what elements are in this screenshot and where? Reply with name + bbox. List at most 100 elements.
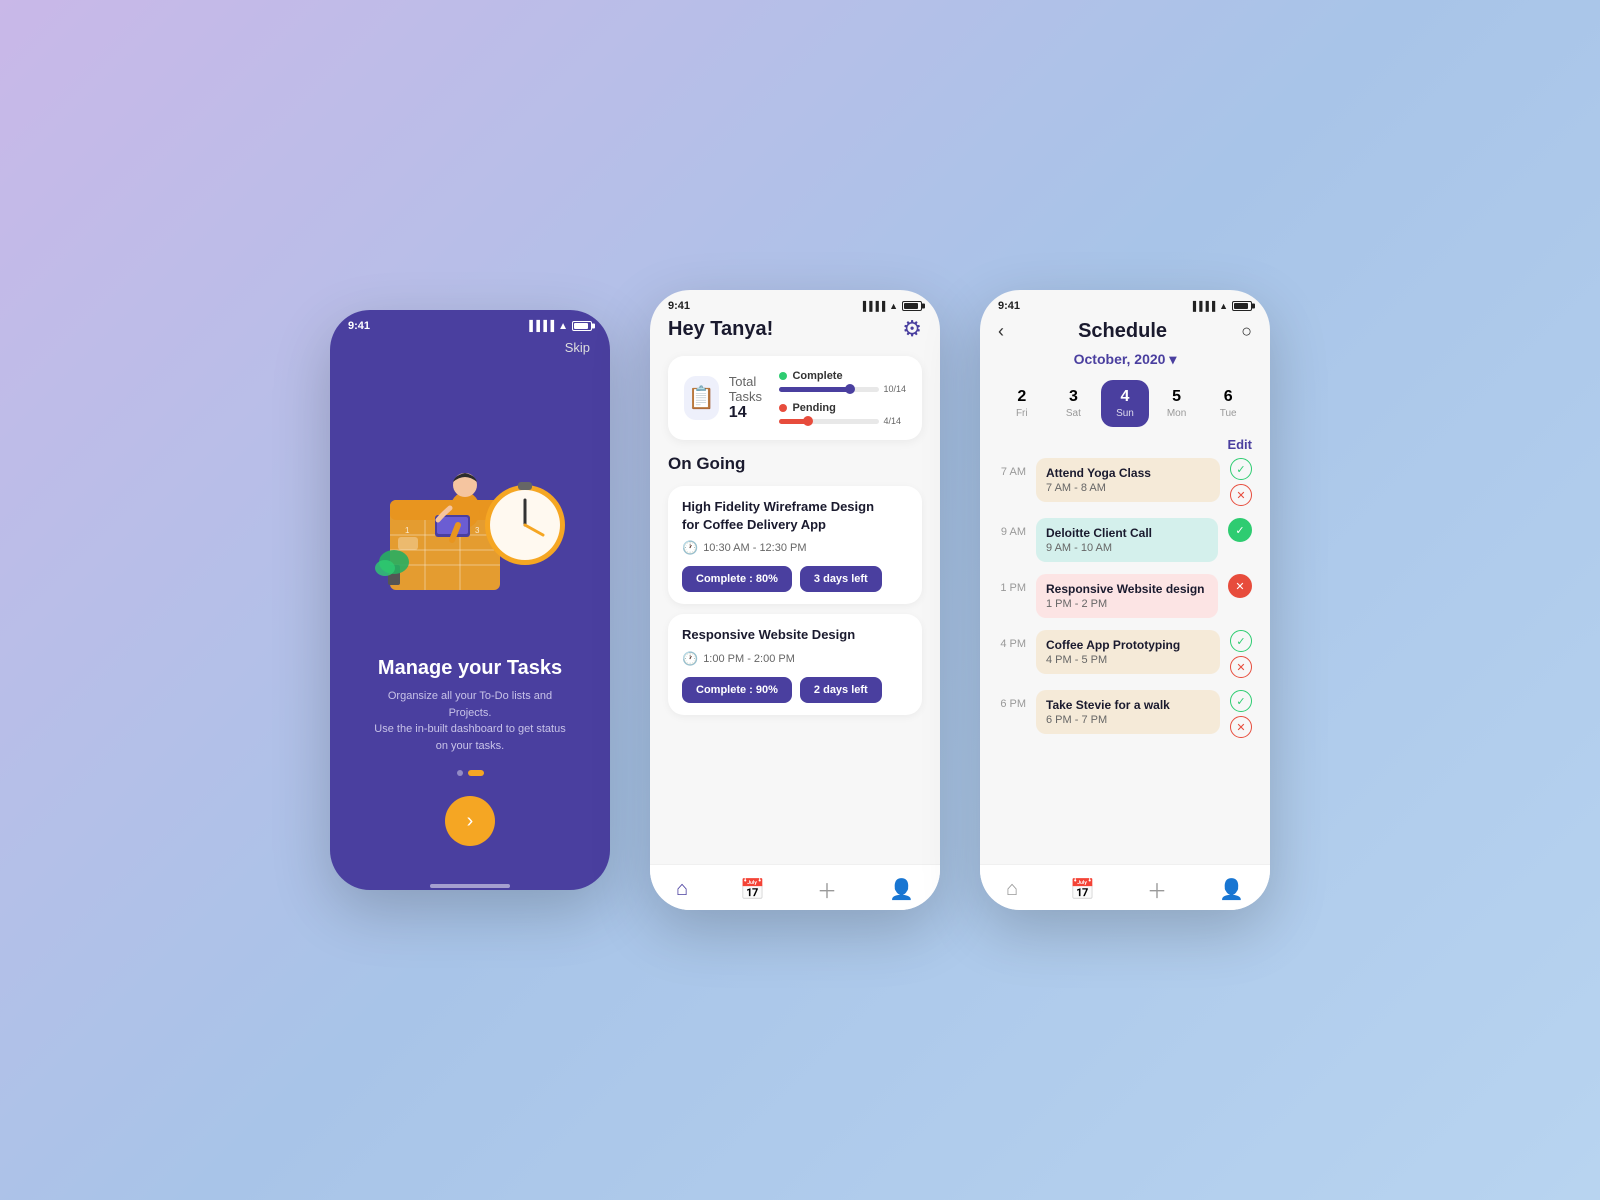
- date-fri[interactable]: 2 Fri: [998, 380, 1046, 427]
- tasks-icon: 📋: [684, 376, 719, 420]
- dot-1: [457, 770, 463, 776]
- schedule-item-stevie: 6 PM Take Stevie for a walk 6 PM - 7 PM …: [998, 690, 1252, 738]
- nav-add-2[interactable]: ＋: [817, 875, 837, 904]
- tasks-info: Total Tasks 14: [729, 374, 780, 422]
- status-bar-3: 9:41 ▐▐▐▐ ▲: [980, 290, 1270, 316]
- stevie-name: Take Stevie for a walk: [1046, 698, 1210, 712]
- phone-2-content: Hey Tanya! ⚙ 📋 Total Tasks 14 Complete: [650, 316, 940, 886]
- wifi-icon-2: ▲: [889, 301, 898, 311]
- nav-person-2[interactable]: 👤: [889, 877, 914, 902]
- date-sat[interactable]: 3 Sat: [1050, 380, 1098, 427]
- complete-stat: Complete 10/14: [779, 370, 906, 394]
- clock-icon-0: 🕐: [682, 540, 698, 556]
- complete-btn-0[interactable]: Complete : 80%: [682, 566, 792, 592]
- complete-dot: [779, 372, 787, 380]
- phone-3-content: ‹ Schedule ○ October, 2020 ▾ 2 Fri 3 Sat…: [980, 316, 1270, 886]
- yoga-check-btn[interactable]: ✓: [1230, 458, 1252, 480]
- next-button[interactable]: ›: [445, 796, 495, 846]
- schedule-item-coffee: 4 PM Coffee App Prototyping 4 PM - 5 PM …: [998, 630, 1252, 678]
- skip-button[interactable]: Skip: [350, 340, 590, 355]
- pending-fraction: 4/14: [883, 416, 901, 426]
- nav-add-3[interactable]: ＋: [1147, 875, 1167, 904]
- website-actions: ✕: [1228, 574, 1252, 598]
- date-tue[interactable]: 6 Tue: [1204, 380, 1252, 427]
- illustration-area: 1 2 3: [350, 363, 590, 657]
- date-mon[interactable]: 5 Mon: [1153, 380, 1201, 427]
- total-tasks-count: 14: [729, 404, 780, 422]
- schedule-item-deloitte: 9 AM Deloitte Client Call 9 AM - 10 AM ✓: [998, 518, 1252, 562]
- coffee-name: Coffee App Prototyping: [1046, 638, 1210, 652]
- complete-progress-row: 10/14: [779, 384, 906, 394]
- edit-button[interactable]: Edit: [998, 437, 1252, 452]
- yoga-name: Attend Yoga Class: [1046, 466, 1210, 480]
- pending-thumb: [803, 416, 813, 426]
- complete-thumb: [845, 384, 855, 394]
- yoga-cross-btn[interactable]: ✕: [1230, 484, 1252, 506]
- home-indicator-1: [430, 884, 510, 888]
- pagination-dots: [370, 770, 570, 776]
- ongoing-section-label: On Going: [668, 454, 922, 474]
- deloitte-time: 9 AM - 10 AM: [1046, 542, 1208, 554]
- complete-fraction: 10/14: [883, 384, 906, 394]
- date-sun-active[interactable]: 4 Sun: [1101, 380, 1149, 427]
- task-time-1: 🕐 1:00 PM - 2:00 PM: [682, 651, 908, 667]
- task-actions-0: Complete : 80% 3 days left: [682, 566, 908, 592]
- search-button[interactable]: ○: [1241, 321, 1252, 342]
- time-coffee: 4 PM: [998, 630, 1026, 650]
- task-name-0: High Fidelity Wireframe Designfor Coffee…: [682, 498, 908, 534]
- tasks-card: 📋 Total Tasks 14 Complete: [668, 356, 922, 440]
- time-deloitte: 9 AM: [998, 518, 1026, 538]
- phone-1-content: Skip 1 2 3: [330, 336, 610, 876]
- nav-calendar-2[interactable]: 📅: [740, 877, 765, 902]
- stevie-check-btn[interactable]: ✓: [1230, 690, 1252, 712]
- dot-2-active: [468, 770, 484, 776]
- task-card-0: High Fidelity Wireframe Designfor Coffee…: [668, 486, 922, 604]
- coffee-check-btn[interactable]: ✓: [1230, 630, 1252, 652]
- time-3: 9:41: [998, 300, 1020, 312]
- total-tasks-label: Total Tasks: [729, 374, 780, 404]
- back-button[interactable]: ‹: [998, 321, 1004, 342]
- coffee-cross-btn[interactable]: ✕: [1230, 656, 1252, 678]
- status-bar-2: 9:41 ▐▐▐▐ ▲: [650, 290, 940, 316]
- schedule-title: Schedule: [1078, 320, 1167, 343]
- website-cross-filled[interactable]: ✕: [1228, 574, 1252, 598]
- date-row: 2 Fri 3 Sat 4 Sun 5 Mon 6 Tue: [998, 380, 1252, 427]
- coffee-actions: ✓ ✕: [1230, 630, 1252, 678]
- deloitte-name: Deloitte Client Call: [1046, 526, 1208, 540]
- stevie-cross-btn[interactable]: ✕: [1230, 716, 1252, 738]
- task-actions-1: Complete : 90% 2 days left: [682, 677, 908, 703]
- pending-stat: Pending 4/14: [779, 402, 906, 426]
- bottom-nav-3: ⌂ 📅 ＋ 👤: [980, 864, 1270, 910]
- month-selector[interactable]: October, 2020 ▾: [998, 351, 1252, 368]
- battery-icon: [572, 321, 592, 331]
- event-website: Responsive Website design 1 PM - 2 PM: [1036, 574, 1218, 618]
- battery-icon-3: [1232, 301, 1252, 311]
- svg-text:1: 1: [405, 526, 410, 535]
- nav-home-2[interactable]: ⌂: [676, 878, 688, 901]
- svg-text:3: 3: [475, 526, 480, 535]
- p3-header: ‹ Schedule ○: [998, 316, 1252, 347]
- complete-btn-1[interactable]: Complete : 90%: [682, 677, 792, 703]
- task-name-1: Responsive Website Design: [682, 626, 908, 644]
- status-icons-3: ▐▐▐▐ ▲: [1190, 301, 1252, 311]
- days-btn-1[interactable]: 2 days left: [800, 677, 882, 703]
- time-2: 9:41: [668, 300, 690, 312]
- nav-person-3[interactable]: 👤: [1219, 877, 1244, 902]
- pending-progress-row: 4/14: [779, 416, 906, 426]
- time-stevie: 6 PM: [998, 690, 1026, 710]
- gear-icon[interactable]: ⚙: [902, 316, 922, 342]
- pending-label: Pending: [779, 402, 906, 414]
- event-coffee: Coffee App Prototyping 4 PM - 5 PM: [1036, 630, 1220, 674]
- nav-home-3[interactable]: ⌂: [1006, 878, 1018, 901]
- nav-calendar-3[interactable]: 📅: [1070, 877, 1095, 902]
- website-name: Responsive Website design: [1046, 582, 1208, 596]
- status-bar-1: 9:41 ▐▐▐▐ ▲: [330, 310, 610, 336]
- wifi-icon: ▲: [558, 321, 568, 332]
- yoga-actions: ✓ ✕: [1230, 458, 1252, 506]
- deloitte-check-filled[interactable]: ✓: [1228, 518, 1252, 542]
- task-card-1: Responsive Website Design 🕐 1:00 PM - 2:…: [668, 614, 922, 714]
- phone-1: 9:41 ▐▐▐▐ ▲ Skip 1 2: [330, 310, 610, 890]
- days-btn-0[interactable]: 3 days left: [800, 566, 882, 592]
- yoga-time: 7 AM - 8 AM: [1046, 482, 1210, 494]
- schedule-item-website: 1 PM Responsive Website design 1 PM - 2 …: [998, 574, 1252, 618]
